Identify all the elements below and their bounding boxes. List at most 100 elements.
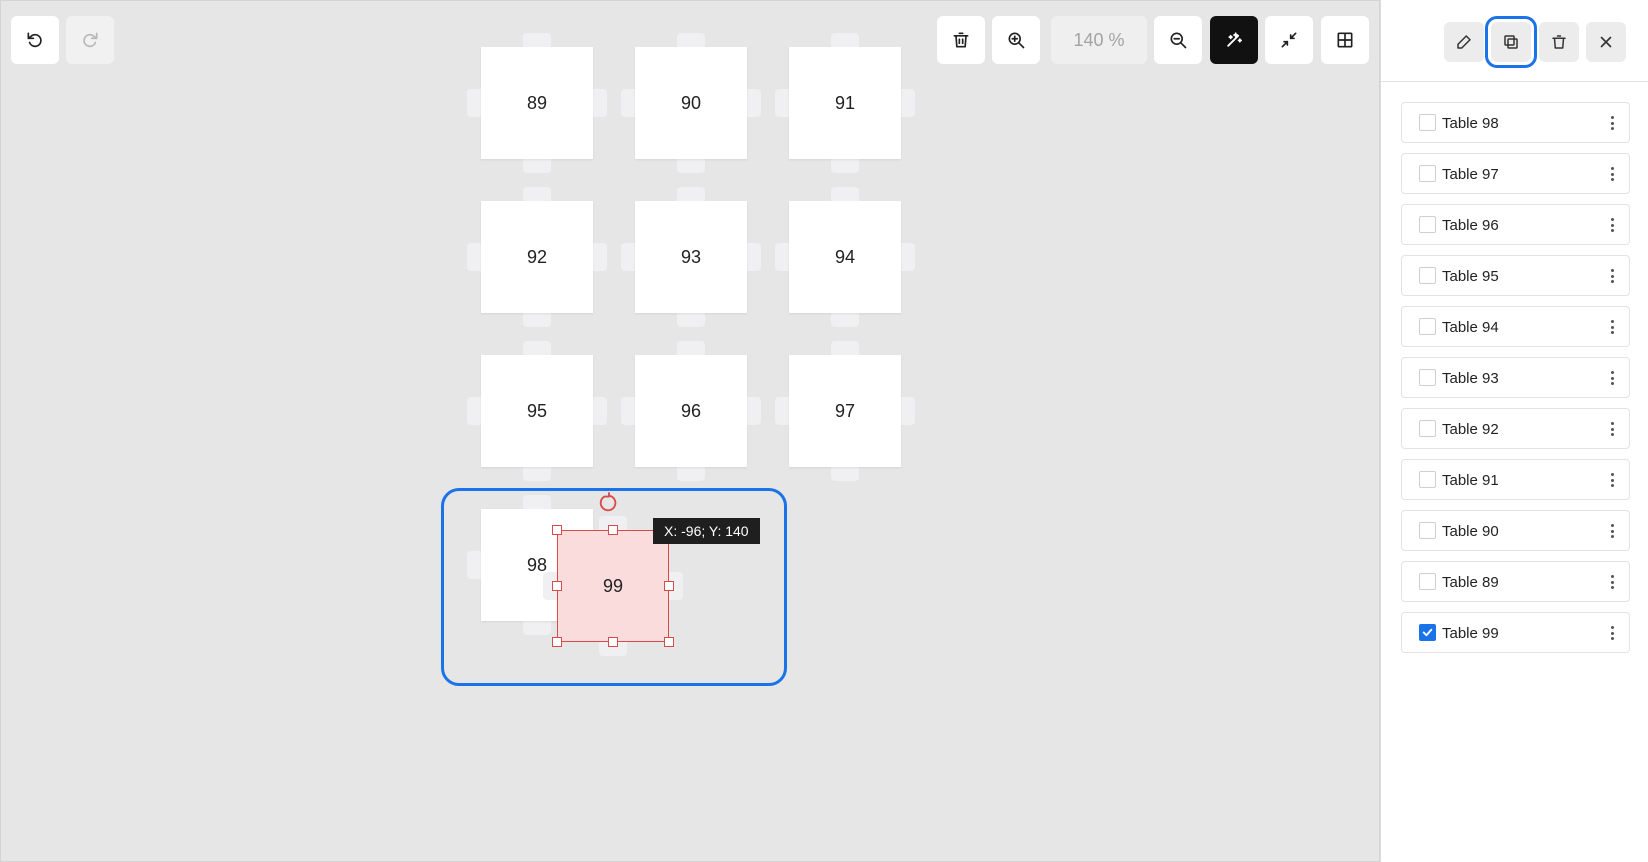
more-options-icon[interactable] xyxy=(1607,521,1617,541)
item-label: Table 96 xyxy=(1442,217,1499,234)
more-options-icon[interactable] xyxy=(1607,266,1617,286)
grid-button[interactable] xyxy=(1321,16,1369,64)
item-checkbox[interactable] xyxy=(1419,267,1436,284)
table-95[interactable]: 95 xyxy=(467,341,607,481)
item-label: Table 89 xyxy=(1442,574,1499,591)
list-item[interactable]: Table 96 xyxy=(1401,204,1630,245)
item-checkbox[interactable] xyxy=(1419,318,1436,335)
item-checkbox[interactable] xyxy=(1419,216,1436,233)
delete-selection-button[interactable] xyxy=(1539,22,1579,62)
resize-handle-n[interactable] xyxy=(608,525,618,535)
item-label: Table 95 xyxy=(1442,268,1499,285)
list-item[interactable]: Table 93 xyxy=(1401,357,1630,398)
more-options-icon[interactable] xyxy=(1607,623,1617,643)
zoom-out-icon xyxy=(1170,32,1187,49)
list-item[interactable]: Table 90 xyxy=(1401,510,1630,551)
trash-icon xyxy=(953,32,969,48)
more-options-icon[interactable] xyxy=(1607,572,1617,592)
resize-handle-w[interactable] xyxy=(552,581,562,591)
resize-handle-nw[interactable] xyxy=(552,525,562,535)
redo-button[interactable] xyxy=(66,16,114,64)
zoom-in-icon xyxy=(1008,32,1025,49)
list-item[interactable]: Table 91 xyxy=(1401,459,1630,500)
resize-handle-sw[interactable] xyxy=(552,637,562,647)
table-89[interactable]: 89 xyxy=(467,33,607,173)
more-options-icon[interactable] xyxy=(1607,317,1617,337)
table-number: 95 xyxy=(481,355,593,467)
table-number: 90 xyxy=(635,47,747,159)
item-label: Table 97 xyxy=(1442,166,1499,183)
item-checkbox[interactable] xyxy=(1419,573,1436,590)
coordinates-tooltip: X: -96; Y: 140 xyxy=(653,518,760,544)
item-label: Table 93 xyxy=(1442,370,1499,387)
item-checkbox[interactable] xyxy=(1419,624,1436,641)
tables-sidebar: Table 98 Table 97 Table 96 Table 95 Table 94… xyxy=(1380,0,1648,862)
table-number: 91 xyxy=(789,47,901,159)
more-options-icon[interactable] xyxy=(1607,368,1617,388)
table-94[interactable]: 94 xyxy=(775,187,915,327)
undo-button[interactable] xyxy=(11,16,59,64)
item-label: Table 99 xyxy=(1442,625,1499,642)
table-91[interactable]: 91 xyxy=(775,33,915,173)
delete-button[interactable] xyxy=(937,16,985,64)
list-item[interactable]: Table 99 xyxy=(1401,612,1630,653)
table-number: 97 xyxy=(789,355,901,467)
item-checkbox[interactable] xyxy=(1419,369,1436,386)
rotate-handle[interactable] xyxy=(598,492,620,514)
check-icon xyxy=(1422,628,1433,637)
undo-icon xyxy=(27,32,42,48)
more-options-icon[interactable] xyxy=(1607,470,1617,490)
list-item[interactable]: Table 98 xyxy=(1401,102,1630,143)
more-options-icon[interactable] xyxy=(1607,419,1617,439)
close-button[interactable] xyxy=(1586,22,1626,62)
collapse-icon xyxy=(1281,32,1297,48)
zoom-in-button[interactable] xyxy=(992,16,1040,64)
item-checkbox[interactable] xyxy=(1419,165,1436,182)
table-90[interactable]: 90 xyxy=(621,33,761,173)
duplicate-icon xyxy=(1504,35,1518,49)
item-checkbox[interactable] xyxy=(1419,522,1436,539)
duplicate-button[interactable] xyxy=(1485,16,1537,68)
list-item[interactable]: Table 89 xyxy=(1401,561,1630,602)
table-93[interactable]: 93 xyxy=(621,187,761,327)
resize-handle-e[interactable] xyxy=(664,581,674,591)
table-number: 92 xyxy=(481,201,593,313)
magic-wand-icon xyxy=(1227,32,1242,47)
collapse-button[interactable] xyxy=(1265,16,1313,64)
item-label: Table 91 xyxy=(1442,472,1499,489)
more-options-icon[interactable] xyxy=(1607,164,1617,184)
pencil-icon xyxy=(1457,35,1471,49)
item-checkbox[interactable] xyxy=(1419,420,1436,437)
magic-wand-button[interactable] xyxy=(1210,16,1258,64)
zoom-out-button[interactable] xyxy=(1154,16,1202,64)
item-label: Table 94 xyxy=(1442,319,1499,336)
resize-handle-se[interactable] xyxy=(664,637,674,647)
table-92[interactable]: 92 xyxy=(467,187,607,327)
resize-handle-s[interactable] xyxy=(608,637,618,647)
trash-icon xyxy=(1552,35,1566,49)
redo-icon xyxy=(83,32,98,48)
item-checkbox[interactable] xyxy=(1419,471,1436,488)
divider xyxy=(1381,81,1648,82)
table-number: 94 xyxy=(789,201,901,313)
table-list: Table 98 Table 97 Table 96 Table 95 Table 94… xyxy=(1401,102,1630,663)
grid-icon xyxy=(1337,32,1353,48)
table-number: 96 xyxy=(635,355,747,467)
table-number: 93 xyxy=(635,201,747,313)
edit-button[interactable] xyxy=(1444,22,1484,62)
item-label: Table 98 xyxy=(1442,115,1499,132)
list-item[interactable]: Table 95 xyxy=(1401,255,1630,296)
table-number: 89 xyxy=(481,47,593,159)
more-options-icon[interactable] xyxy=(1607,113,1617,133)
table-97[interactable]: 97 xyxy=(775,341,915,481)
table-96[interactable]: 96 xyxy=(621,341,761,481)
rotate-icon xyxy=(599,492,617,512)
list-item[interactable]: Table 94 xyxy=(1401,306,1630,347)
close-icon xyxy=(1600,36,1612,48)
list-item[interactable]: Table 92 xyxy=(1401,408,1630,449)
zoom-level-display: 140 % xyxy=(1051,16,1147,64)
more-options-icon[interactable] xyxy=(1607,215,1617,235)
floor-plan-canvas[interactable]: 140 % 89 90 91 92 93 94 95 96 97 98 99 X… xyxy=(0,0,1380,862)
list-item[interactable]: Table 97 xyxy=(1401,153,1630,194)
item-checkbox[interactable] xyxy=(1419,114,1436,131)
